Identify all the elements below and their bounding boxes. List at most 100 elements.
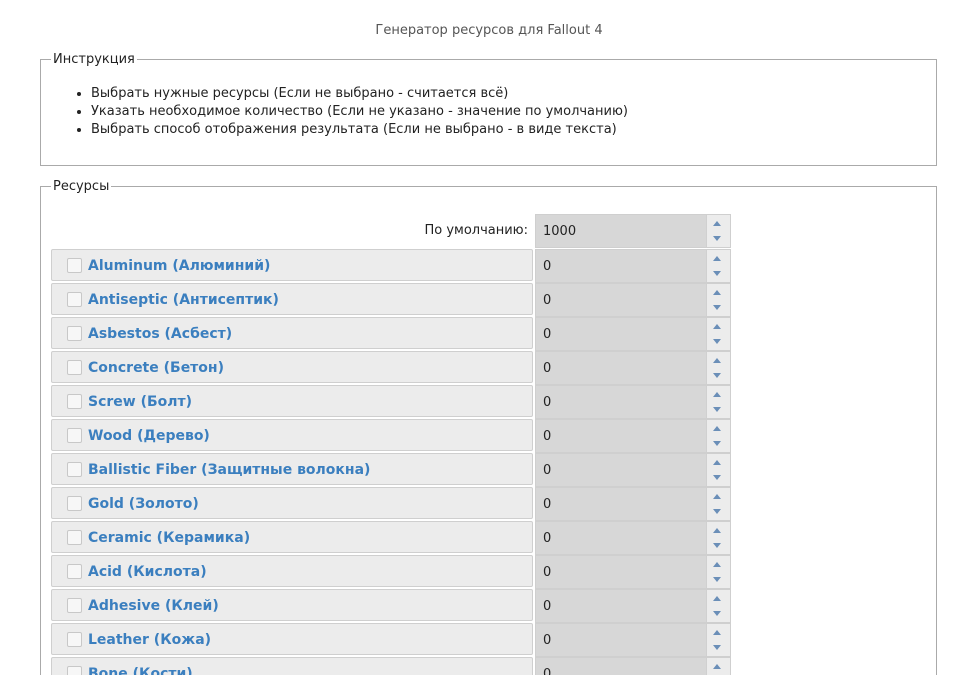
resource-quantity-input[interactable]: 0 (535, 249, 731, 283)
resource-quantity-spinner[interactable] (706, 556, 730, 588)
resource-label[interactable]: Adhesive (Клей) (88, 598, 219, 614)
spin-up-icon[interactable] (713, 494, 721, 499)
resource-checkbox[interactable] (67, 598, 82, 613)
spin-up-icon[interactable] (713, 392, 721, 397)
resource-label[interactable]: Acid (Кислота) (88, 564, 207, 580)
resource-quantity-input[interactable]: 0 (535, 351, 731, 385)
resource-quantity-input[interactable]: 0 (535, 317, 731, 351)
resource-checkbox[interactable] (67, 564, 82, 579)
spin-up-icon[interactable] (713, 256, 721, 261)
resource-quantity-spinner[interactable] (706, 318, 730, 350)
resource-label[interactable]: Aluminum (Алюминий) (88, 258, 270, 274)
resource-quantity-input[interactable]: 0 (535, 657, 731, 675)
resource-toggle[interactable]: Bone (Кости) (51, 657, 533, 675)
resource-label[interactable]: Concrete (Бетон) (88, 360, 224, 376)
spin-up-icon[interactable] (713, 664, 721, 669)
resource-label[interactable]: Leather (Кожа) (88, 632, 211, 648)
spin-up-icon[interactable] (713, 324, 721, 329)
resource-checkbox[interactable] (67, 292, 82, 307)
resource-toggle[interactable]: Wood (Дерево) (51, 419, 533, 451)
resource-checkbox[interactable] (67, 530, 82, 545)
resource-quantity-spinner[interactable] (706, 250, 730, 282)
resource-checkbox[interactable] (67, 360, 82, 375)
resource-quantity-spinner[interactable] (706, 386, 730, 418)
resource-quantity-spinner[interactable] (706, 522, 730, 554)
resource-quantity-input[interactable]: 0 (535, 589, 731, 623)
resource-label[interactable]: Antiseptic (Антисептик) (88, 292, 279, 308)
resource-label[interactable]: Screw (Болт) (88, 394, 192, 410)
default-quantity-spinner[interactable] (706, 215, 730, 247)
resource-toggle[interactable]: Screw (Болт) (51, 385, 533, 417)
resource-checkbox[interactable] (67, 496, 82, 511)
resource-quantity-spinner[interactable] (706, 284, 730, 316)
resource-toggle[interactable]: Concrete (Бетон) (51, 351, 533, 383)
resource-toggle[interactable]: Antiseptic (Антисептик) (51, 283, 533, 315)
spin-up-icon[interactable] (713, 426, 721, 431)
resource-quantity-input[interactable]: 0 (535, 385, 731, 419)
spin-down-icon[interactable] (713, 407, 721, 412)
resource-toggle[interactable]: Leather (Кожа) (51, 623, 533, 655)
resource-toggle[interactable]: Ballistic Fiber (Защитные волокна) (51, 453, 533, 485)
resource-checkbox[interactable] (67, 394, 82, 409)
spin-up-icon[interactable] (713, 358, 721, 363)
resource-quantity-input[interactable]: 0 (535, 623, 731, 657)
spin-down-icon[interactable] (713, 339, 721, 344)
resource-toggle[interactable]: Acid (Кислота) (51, 555, 533, 587)
resource-toggle[interactable]: Gold (Золото) (51, 487, 533, 519)
spin-up-icon[interactable] (713, 596, 721, 601)
spin-up-icon[interactable] (713, 460, 721, 465)
resource-checkbox[interactable] (67, 462, 82, 477)
default-quantity-input[interactable]: 1000 (535, 214, 731, 248)
spin-down-icon[interactable] (713, 645, 721, 650)
instructions-fieldset: Инструкция Выбрать нужные ресурсы (Если … (40, 52, 937, 166)
spin-up-icon[interactable] (713, 528, 721, 533)
resource-checkbox[interactable] (67, 326, 82, 341)
spin-down-icon[interactable] (713, 577, 721, 582)
spin-up-icon[interactable] (713, 562, 721, 567)
resource-quantity-input[interactable]: 0 (535, 521, 731, 555)
resource-quantity-input[interactable]: 0 (535, 283, 731, 317)
spin-down-icon[interactable] (713, 509, 721, 514)
spin-down-icon[interactable] (713, 305, 721, 310)
resource-checkbox[interactable] (67, 428, 82, 443)
resource-quantity-spinner[interactable] (706, 590, 730, 622)
spin-up-icon[interactable] (713, 290, 721, 295)
resource-toggle[interactable]: Adhesive (Клей) (51, 589, 533, 621)
spin-down-icon[interactable] (713, 441, 721, 446)
resource-quantity-value: 0 (543, 633, 552, 648)
resource-row: Gold (Золото) 0 (51, 487, 731, 521)
resource-toggle[interactable]: Ceramic (Керамика) (51, 521, 533, 553)
resource-quantity-spinner[interactable] (706, 352, 730, 384)
resource-label[interactable]: Gold (Золото) (88, 496, 199, 512)
spin-down-icon[interactable] (713, 236, 721, 241)
resource-toggle[interactable]: Asbestos (Асбест) (51, 317, 533, 349)
resource-checkbox[interactable] (67, 666, 82, 675)
resource-checkbox[interactable] (67, 258, 82, 273)
spin-down-icon[interactable] (713, 271, 721, 276)
spin-up-icon[interactable] (713, 221, 721, 226)
spin-down-icon[interactable] (713, 611, 721, 616)
resource-quantity-spinner[interactable] (706, 488, 730, 520)
resource-quantity-input[interactable]: 0 (535, 555, 731, 589)
resource-label[interactable]: Ballistic Fiber (Защитные волокна) (88, 462, 370, 478)
spin-down-icon[interactable] (713, 475, 721, 480)
resource-quantity-spinner[interactable] (706, 454, 730, 486)
resource-quantity-spinner[interactable] (706, 624, 730, 656)
spin-down-icon[interactable] (713, 543, 721, 548)
resource-quantity-spinner[interactable] (706, 658, 730, 675)
resource-label[interactable]: Asbestos (Асбест) (88, 326, 232, 342)
resource-row: Ballistic Fiber (Защитные волокна) 0 (51, 453, 731, 487)
resource-quantity-input[interactable]: 0 (535, 453, 731, 487)
resource-quantity-value: 0 (543, 497, 552, 512)
resource-quantity-value: 0 (543, 259, 552, 274)
resource-toggle[interactable]: Aluminum (Алюминий) (51, 249, 533, 281)
resource-quantity-input[interactable]: 0 (535, 419, 731, 453)
spin-down-icon[interactable] (713, 373, 721, 378)
resource-label[interactable]: Ceramic (Керамика) (88, 530, 250, 546)
spin-up-icon[interactable] (713, 630, 721, 635)
resource-label[interactable]: Bone (Кости) (88, 666, 193, 675)
resource-quantity-input[interactable]: 0 (535, 487, 731, 521)
resource-label[interactable]: Wood (Дерево) (88, 428, 210, 444)
resource-quantity-spinner[interactable] (706, 420, 730, 452)
resource-checkbox[interactable] (67, 632, 82, 647)
